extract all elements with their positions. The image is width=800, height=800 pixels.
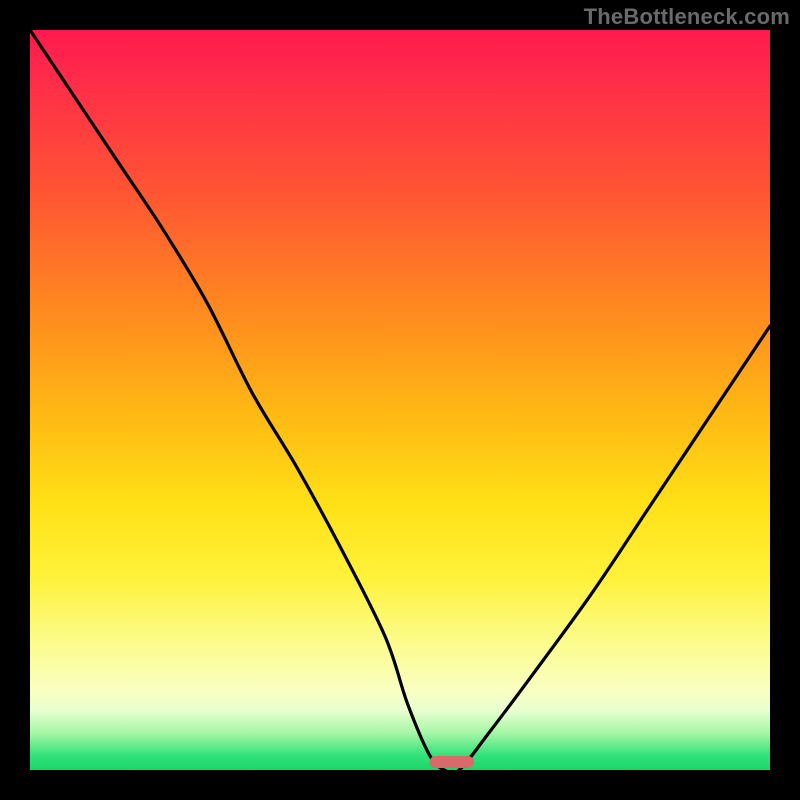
curve-layer (30, 30, 770, 770)
watermark-text: TheBottleneck.com (584, 4, 790, 30)
chart-frame: TheBottleneck.com (0, 0, 800, 800)
minimum-marker (430, 756, 474, 768)
plot-area (30, 30, 770, 770)
bottleneck-curve (30, 30, 770, 770)
